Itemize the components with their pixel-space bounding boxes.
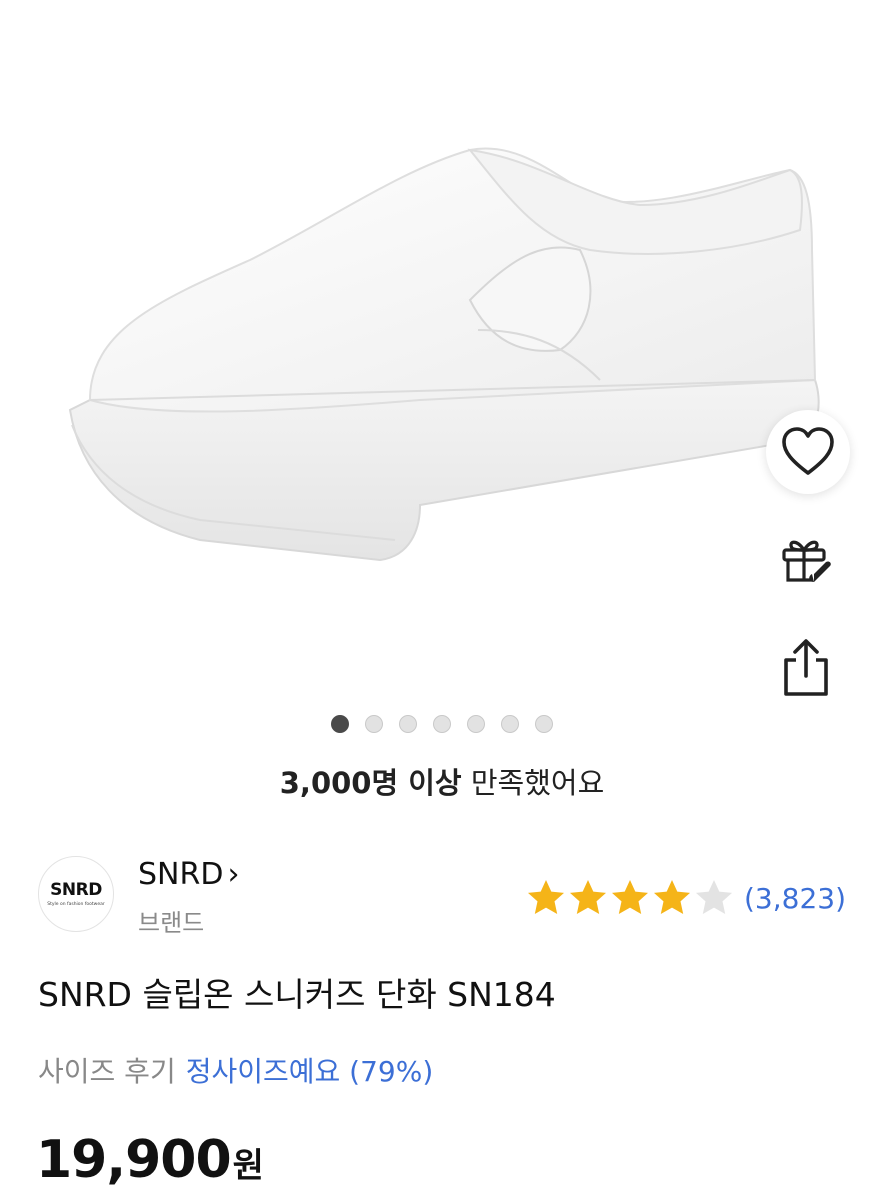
brand-name: SNRD (138, 857, 224, 892)
price-amount: 19,900 (36, 1130, 232, 1190)
review-count[interactable]: (3,823) (744, 882, 846, 915)
size-review[interactable]: 사이즈 후기 정사이즈예요 (79%) (38, 1050, 433, 1090)
price-unit: 원 (232, 1146, 264, 1186)
star-empty-icon (696, 880, 732, 914)
carousel-dot[interactable] (399, 715, 417, 733)
brand-link[interactable]: SNRD › (138, 857, 239, 892)
heart-icon (782, 427, 834, 475)
product-image (68, 147, 820, 562)
chevron-right-icon: › (227, 857, 240, 892)
price: 19,900 원 (36, 1130, 264, 1190)
carousel-indicator[interactable] (0, 715, 884, 733)
share-button[interactable] (770, 632, 842, 704)
star-filled-icon (570, 880, 606, 914)
satisfaction-count: 3,000명 이상 (279, 766, 462, 800)
carousel-dot[interactable] (433, 715, 451, 733)
product-image-area[interactable] (0, 0, 884, 700)
star-filled-icon (612, 880, 648, 914)
brand-subtitle: 브랜드 (138, 909, 205, 937)
rating[interactable]: (3,823) (526, 878, 846, 918)
brand-logo-tagline: Style on fashion footwear (47, 901, 105, 907)
gift-button[interactable] (770, 522, 842, 594)
carousel-dot[interactable] (501, 715, 519, 733)
wishlist-button[interactable] (766, 410, 850, 494)
brand-logo-text: SNRD (50, 879, 102, 900)
satisfaction-text: 3,000명 이상 만족했어요 (0, 760, 884, 802)
carousel-dot[interactable] (535, 715, 553, 733)
star-filled-icon (528, 880, 564, 914)
share-icon (784, 639, 828, 696)
carousel-dot[interactable] (467, 715, 485, 733)
size-review-label: 사이즈 후기 (38, 1055, 176, 1088)
satisfaction-label: 만족했어요 (470, 766, 605, 800)
carousel-dot[interactable] (331, 715, 349, 733)
size-review-value[interactable]: 정사이즈예요 (79%) (186, 1055, 434, 1088)
star-filled-icon (654, 880, 690, 914)
product-title: SNRD 슬립온 스니커즈 단화 SN184 (38, 975, 556, 1014)
star-rating (526, 878, 734, 918)
gift-icon (782, 540, 831, 582)
brand-logo[interactable]: SNRD Style on fashion footwear (38, 856, 114, 932)
carousel-dot[interactable] (365, 715, 383, 733)
